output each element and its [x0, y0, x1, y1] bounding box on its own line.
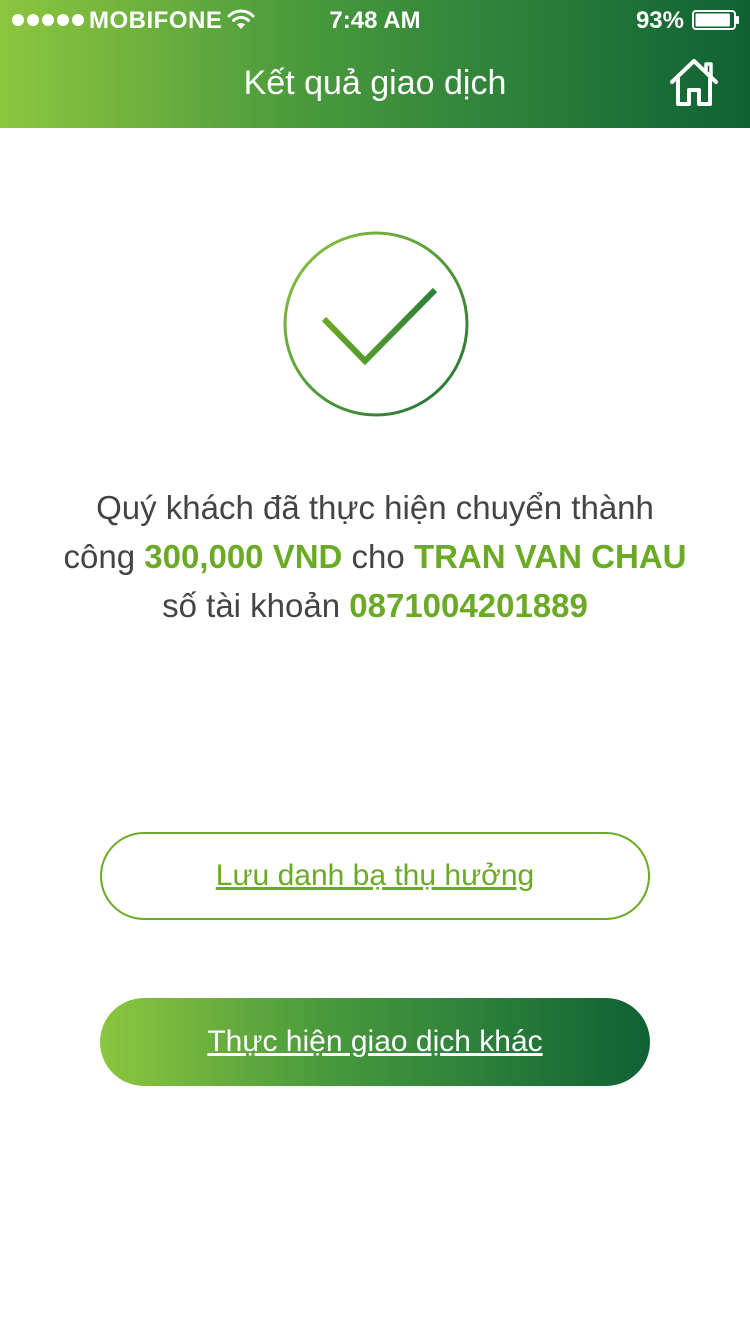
checkmark-circle-icon — [283, 231, 469, 417]
new-transaction-button[interactable]: Thực hiện giao dịch khác — [100, 998, 650, 1086]
battery-icon — [692, 10, 739, 30]
home-icon[interactable] — [668, 58, 720, 108]
new-transaction-label: Thực hiện giao dịch khác — [207, 1025, 543, 1058]
page-title: Kết quả giao dịch — [243, 64, 507, 102]
transfer-amount: 300,000 VND — [144, 538, 343, 575]
account-number: 0871004201889 — [349, 587, 588, 624]
save-beneficiary-label: Lưu danh bạ thụ hưởng — [215, 859, 535, 892]
transfer-result-message: Quý khách đã thực hiện chuyển thành công… — [60, 483, 690, 630]
battery-percentage: 93% — [635, 7, 684, 34]
status-bar: MOBIFONE 7:48 AM 93% — [0, 0, 750, 40]
message-text: cho — [342, 538, 414, 575]
app-header: MOBIFONE 7:48 AM 93% Kết quả giao dịch — [0, 0, 750, 128]
save-beneficiary-button[interactable]: Lưu danh bạ thụ hưởng — [100, 832, 650, 920]
message-text: số tài khoản — [162, 587, 350, 624]
recipient-name: TRAN VAN CHAU — [413, 538, 687, 575]
